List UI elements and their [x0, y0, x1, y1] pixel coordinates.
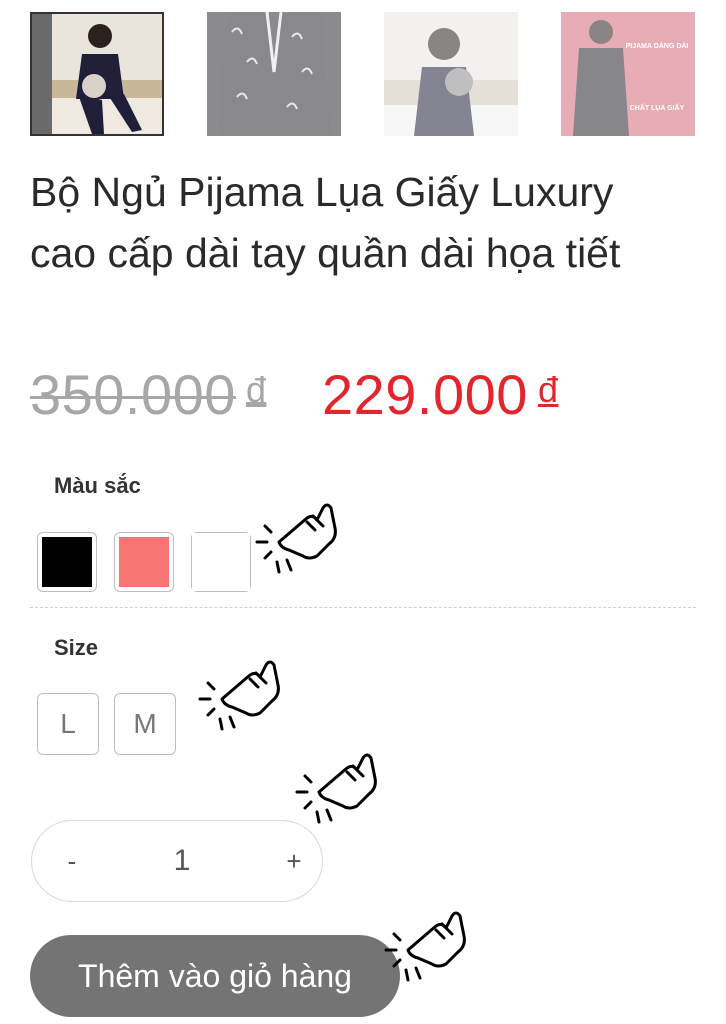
product-thumbnail-2[interactable] [207, 12, 341, 136]
size-option-l[interactable]: L [37, 693, 99, 755]
tap-hand-icon [198, 660, 280, 731]
size-option-m[interactable]: M [114, 693, 176, 755]
thumbnail-4-heading: PIJAMA DÁNG DÀI [626, 41, 689, 50]
color-label: Màu sắc [54, 473, 141, 498]
quantity-decrease-button[interactable]: - [52, 821, 92, 901]
size-label: Size [54, 635, 99, 660]
tap-hand-icon [384, 911, 466, 982]
old-price: 350.000 đ [30, 362, 266, 427]
section-divider [30, 607, 696, 608]
product-thumbnails: PIJAMA DÁNG DÀI CHẤT LỤA GIẤY [30, 12, 700, 138]
add-to-cart-button[interactable]: Thêm vào giỏ hàng [30, 935, 400, 1017]
color-swatch-pink[interactable] [114, 532, 174, 592]
old-price-value: 350.000 [30, 363, 236, 426]
quantity-stepper: - 1 + [31, 820, 323, 902]
product-thumbnail-1[interactable] [30, 12, 164, 136]
tap-hand-icon [255, 503, 337, 574]
sale-price: 229.000 đ [322, 362, 558, 427]
quantity-value[interactable]: 1 [132, 821, 232, 901]
tap-hand-icon [295, 753, 377, 824]
product-thumbnail-4[interactable]: PIJAMA DÁNG DÀI CHẤT LỤA GIẤY [561, 12, 695, 136]
thumbnail-4-caption: CHẤT LỤA GIẤY [630, 102, 685, 112]
sale-price-currency: đ [537, 369, 559, 410]
color-swatch-black[interactable] [37, 532, 97, 592]
sale-price-value: 229.000 [322, 363, 528, 426]
color-swatch-white[interactable] [191, 532, 251, 592]
old-price-currency: đ [245, 369, 267, 410]
product-title: Bộ Ngủ Pijama Lụa Giấy Luxury cao cấp dà… [30, 169, 621, 276]
product-thumbnail-3[interactable] [384, 12, 518, 136]
